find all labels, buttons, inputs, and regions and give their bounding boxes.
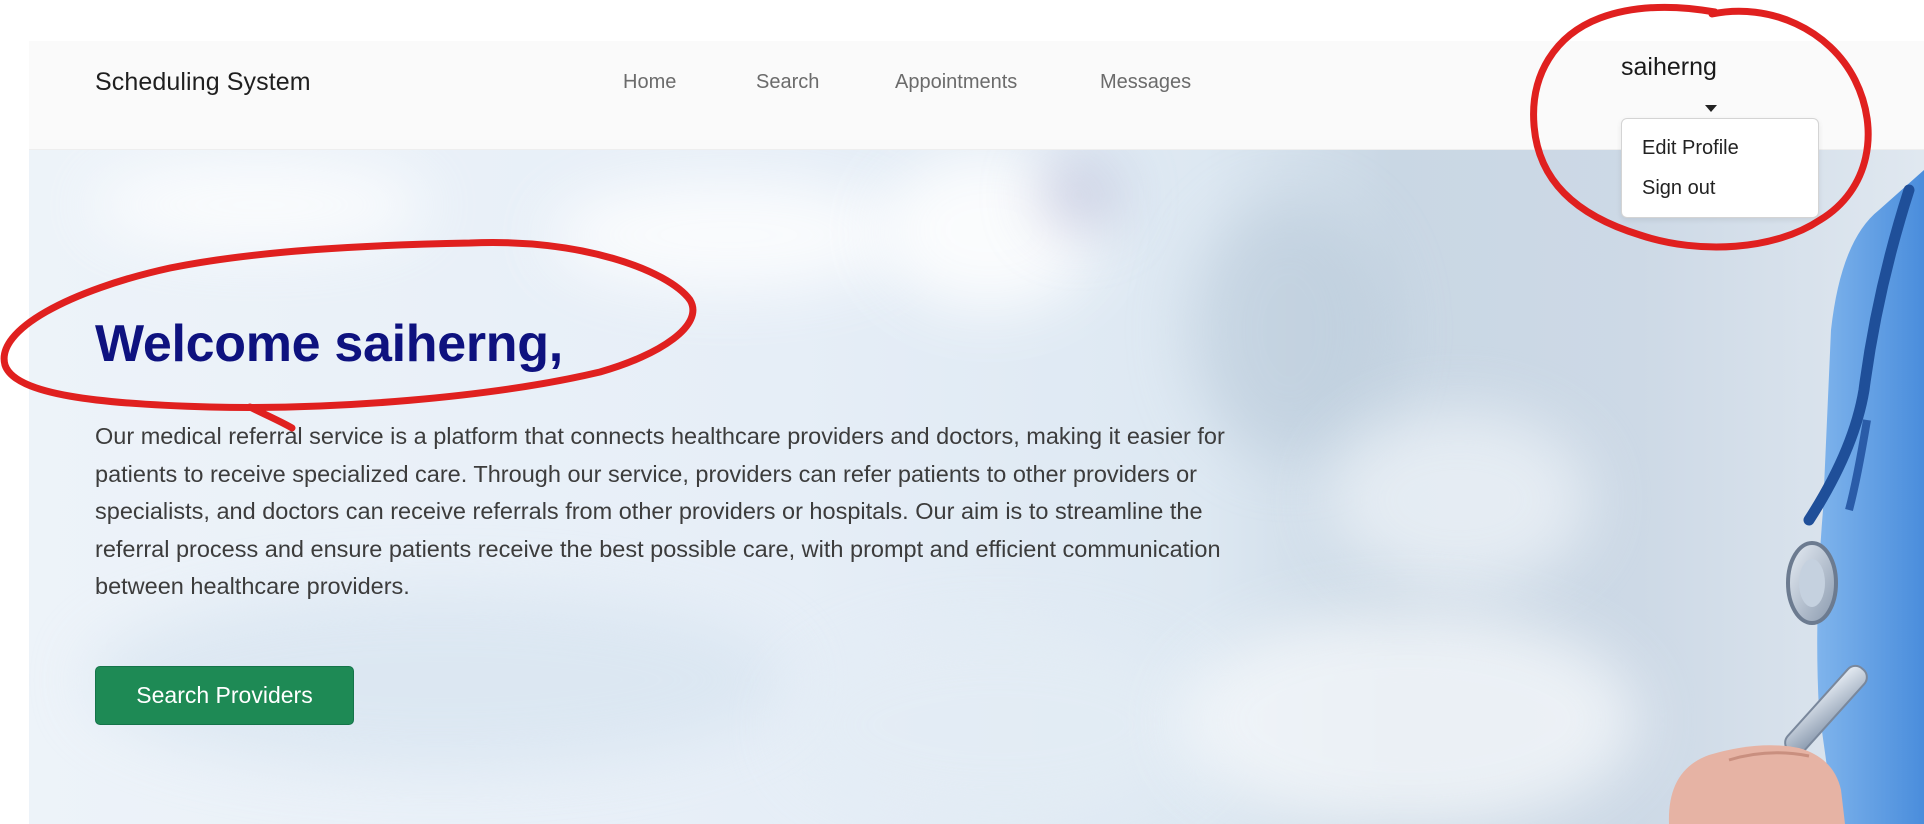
background-blur [1039, 160, 1119, 230]
background-blur [1179, 610, 1639, 824]
username-label: saiherng [1621, 53, 1717, 81]
user-menu-toggle[interactable]: saiherng [1621, 53, 1741, 113]
caret-down-icon [1705, 105, 1717, 112]
stethoscope-illustration [1668, 170, 1924, 824]
hero-section: Welcome saiherng, Our medical referral s… [29, 150, 1924, 824]
nav-link-appointments[interactable]: Appointments [895, 71, 1017, 94]
nav-link-messages[interactable]: Messages [1100, 71, 1191, 94]
nav-link-search[interactable]: Search [756, 71, 819, 94]
background-blur [789, 630, 1209, 820]
search-providers-button[interactable]: Search Providers [95, 666, 354, 725]
menu-item-sign-out[interactable]: Sign out [1642, 177, 1715, 200]
background-blur [89, 160, 429, 250]
welcome-heading: Welcome saiherng, [95, 315, 563, 373]
user-dropdown-menu: Edit Profile Sign out [1621, 118, 1819, 218]
service-description: Our medical referral service is a platfo… [95, 423, 1225, 599]
background-blur [1329, 410, 1589, 590]
brand-logo-text[interactable]: Scheduling System [95, 68, 311, 97]
menu-item-edit-profile[interactable]: Edit Profile [1642, 137, 1739, 160]
background-blur [549, 180, 909, 290]
nav-link-home[interactable]: Home [623, 71, 676, 94]
